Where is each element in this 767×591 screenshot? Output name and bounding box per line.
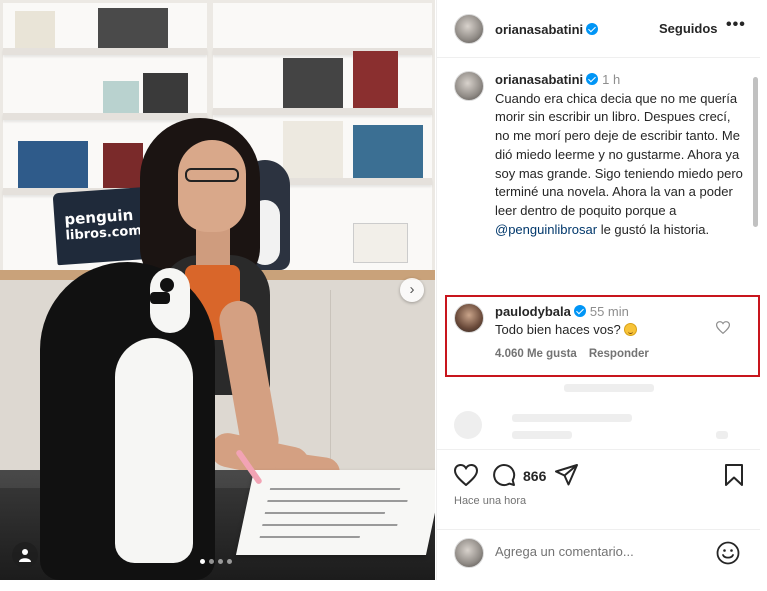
- comment-username[interactable]: paulodybala: [495, 304, 571, 319]
- carousel-dot: [218, 559, 223, 564]
- chevron-right-icon[interactable]: ›: [400, 278, 424, 302]
- mention-link[interactable]: @penguinlibrosar: [495, 222, 597, 237]
- post-side-panel: orianasabatini Seguidos ••• orianasabati…: [436, 0, 760, 580]
- comment-header: paulodybala 55 min: [495, 304, 629, 319]
- emoji-icon: [624, 323, 638, 336]
- comment-meta: 4.060 Me gusta Responder: [495, 348, 649, 360]
- carousel-dot: [209, 559, 214, 564]
- current-user-avatar: [454, 538, 484, 568]
- carousel-indicator: [200, 559, 232, 564]
- caption-text: orianasabatini 1 h Cuando era chica decia…: [495, 71, 745, 239]
- author-username[interactable]: orianasabatini: [495, 22, 599, 37]
- comment-count: 866: [523, 468, 547, 484]
- caption-username[interactable]: orianasabatini: [495, 72, 583, 87]
- add-comment-bar: [437, 529, 760, 580]
- post-actions: 866 Hace una hora: [437, 449, 760, 529]
- woman-face: [178, 140, 246, 232]
- post-header: orianasabatini Seguidos •••: [437, 0, 760, 58]
- verified-badge-icon: [586, 73, 599, 85]
- glasses: [185, 168, 239, 182]
- comment-heart-icon[interactable]: [715, 321, 731, 339]
- comments-section[interactable]: orianasabatini 1 h Cuando era chica decia…: [437, 59, 760, 449]
- post-time: Hace una hora: [454, 495, 527, 507]
- comment-text: Todo bien haces vos?: [495, 322, 638, 337]
- bookmark-icon[interactable]: [725, 464, 743, 491]
- verified-badge-icon: [586, 23, 599, 35]
- faded-comment: [454, 409, 744, 444]
- smiley-icon[interactable]: [716, 541, 740, 570]
- comment-avatar[interactable]: [454, 303, 484, 333]
- carousel-dot: [200, 559, 205, 564]
- user-tag-icon[interactable]: [12, 542, 38, 568]
- faded-comment: [454, 381, 744, 395]
- more-options-icon[interactable]: •••: [726, 16, 746, 34]
- comment-likes[interactable]: 4.060 Me gusta: [495, 348, 577, 360]
- comment-time: 55 min: [589, 304, 629, 319]
- carousel-dot: [227, 559, 232, 564]
- caption-text-before-mention: Cuando era chica decia que no me quería …: [495, 90, 743, 218]
- following-button[interactable]: Seguidos: [659, 21, 718, 36]
- caption-text-after-mention: le gustó la historia.: [597, 221, 710, 237]
- verified-badge-icon: [573, 305, 586, 317]
- author-avatar[interactable]: [454, 14, 484, 44]
- scrollbar[interactable]: [753, 77, 758, 227]
- comment-input[interactable]: [495, 544, 695, 559]
- reply-button[interactable]: Responder: [589, 348, 649, 360]
- heart-icon[interactable]: [453, 463, 479, 491]
- speech-bubble-icon[interactable]: [492, 463, 516, 492]
- penguin-libros-sign: penguin libros.com: [52, 186, 153, 266]
- contract-paper: [235, 470, 435, 555]
- caption-avatar[interactable]: [454, 71, 484, 101]
- post-photo[interactable]: penguin libros.com ›: [0, 0, 435, 580]
- caption-time: 1 h: [602, 72, 621, 87]
- paper-plane-icon[interactable]: [555, 464, 579, 491]
